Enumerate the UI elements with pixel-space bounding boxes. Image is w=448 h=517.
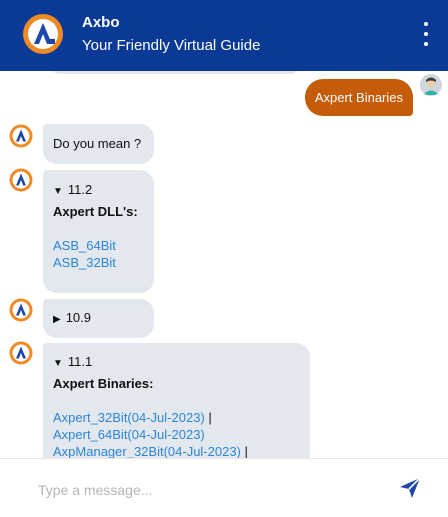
version-option-bubble: ▼ 11.1 Axpert Binaries: Axpert_32Bit(04-J… [43,343,310,458]
message-composer [0,458,448,517]
version-option-bubble: ▶ 10.9 [43,299,154,338]
previous-bot-bubble [50,71,300,74]
download-link[interactable]: AxpManager_32Bit(04-Jul-2023) [53,444,241,458]
version-toggle[interactable]: ▶ 10.9 [53,310,144,328]
bot-message-bubble: Do you mean ? [43,124,154,164]
bot-avatar-icon [9,298,33,322]
triangle-down-icon: ▼ [53,358,63,369]
user-avatar [420,74,442,96]
bot-avatar-icon [9,341,33,365]
version-label: 11.1 [67,354,93,369]
version-toggle[interactable]: ▼ 11.1 [53,354,300,372]
download-link[interactable]: Axpert_64Bit(04-Jul-2023) [53,427,205,442]
bot-avatar-icon [9,124,33,148]
message-input[interactable] [36,479,340,501]
version-label: 10.9 [65,310,92,325]
section-heading: Axpert DLL's: [53,204,138,219]
bot-name: Axbo [82,14,120,31]
more-vertical-icon[interactable] [418,22,434,46]
version-toggle[interactable]: ▼ 11.2 [53,182,144,200]
version-option-bubble: ▼ 11.2 Axpert DLL's: ASB_64Bit ASB_32Bit [43,170,154,293]
bot-tagline: Your Friendly Virtual Guide [82,37,261,54]
download-link[interactable]: Axpert_32Bit(04-Jul-2023) [53,410,205,425]
axbo-logo-icon [23,14,63,54]
bot-avatar-icon [9,168,33,192]
user-avatar-icon [420,74,442,96]
triangle-right-icon: ▶ [53,314,61,325]
download-link[interactable]: ASB_64Bit [53,238,116,253]
link-separator: | [208,410,212,425]
version-label: 11.2 [67,182,93,197]
user-message-bubble: Axpert Binaries [304,79,413,116]
chat-header: Axbo Your Friendly Virtual Guide [0,0,448,71]
did-you-mean-text: Do you mean ? [53,136,142,151]
download-link[interactable]: ASB_32Bit [53,255,116,270]
triangle-down-icon: ▼ [53,186,63,197]
link-separator: | [244,444,248,458]
message-list[interactable]: Axpert Binaries Do you mean ? ▼ 11.2 Axpe… [0,71,448,458]
send-icon[interactable] [398,476,422,500]
section-heading: Axpert Binaries: [53,376,154,391]
